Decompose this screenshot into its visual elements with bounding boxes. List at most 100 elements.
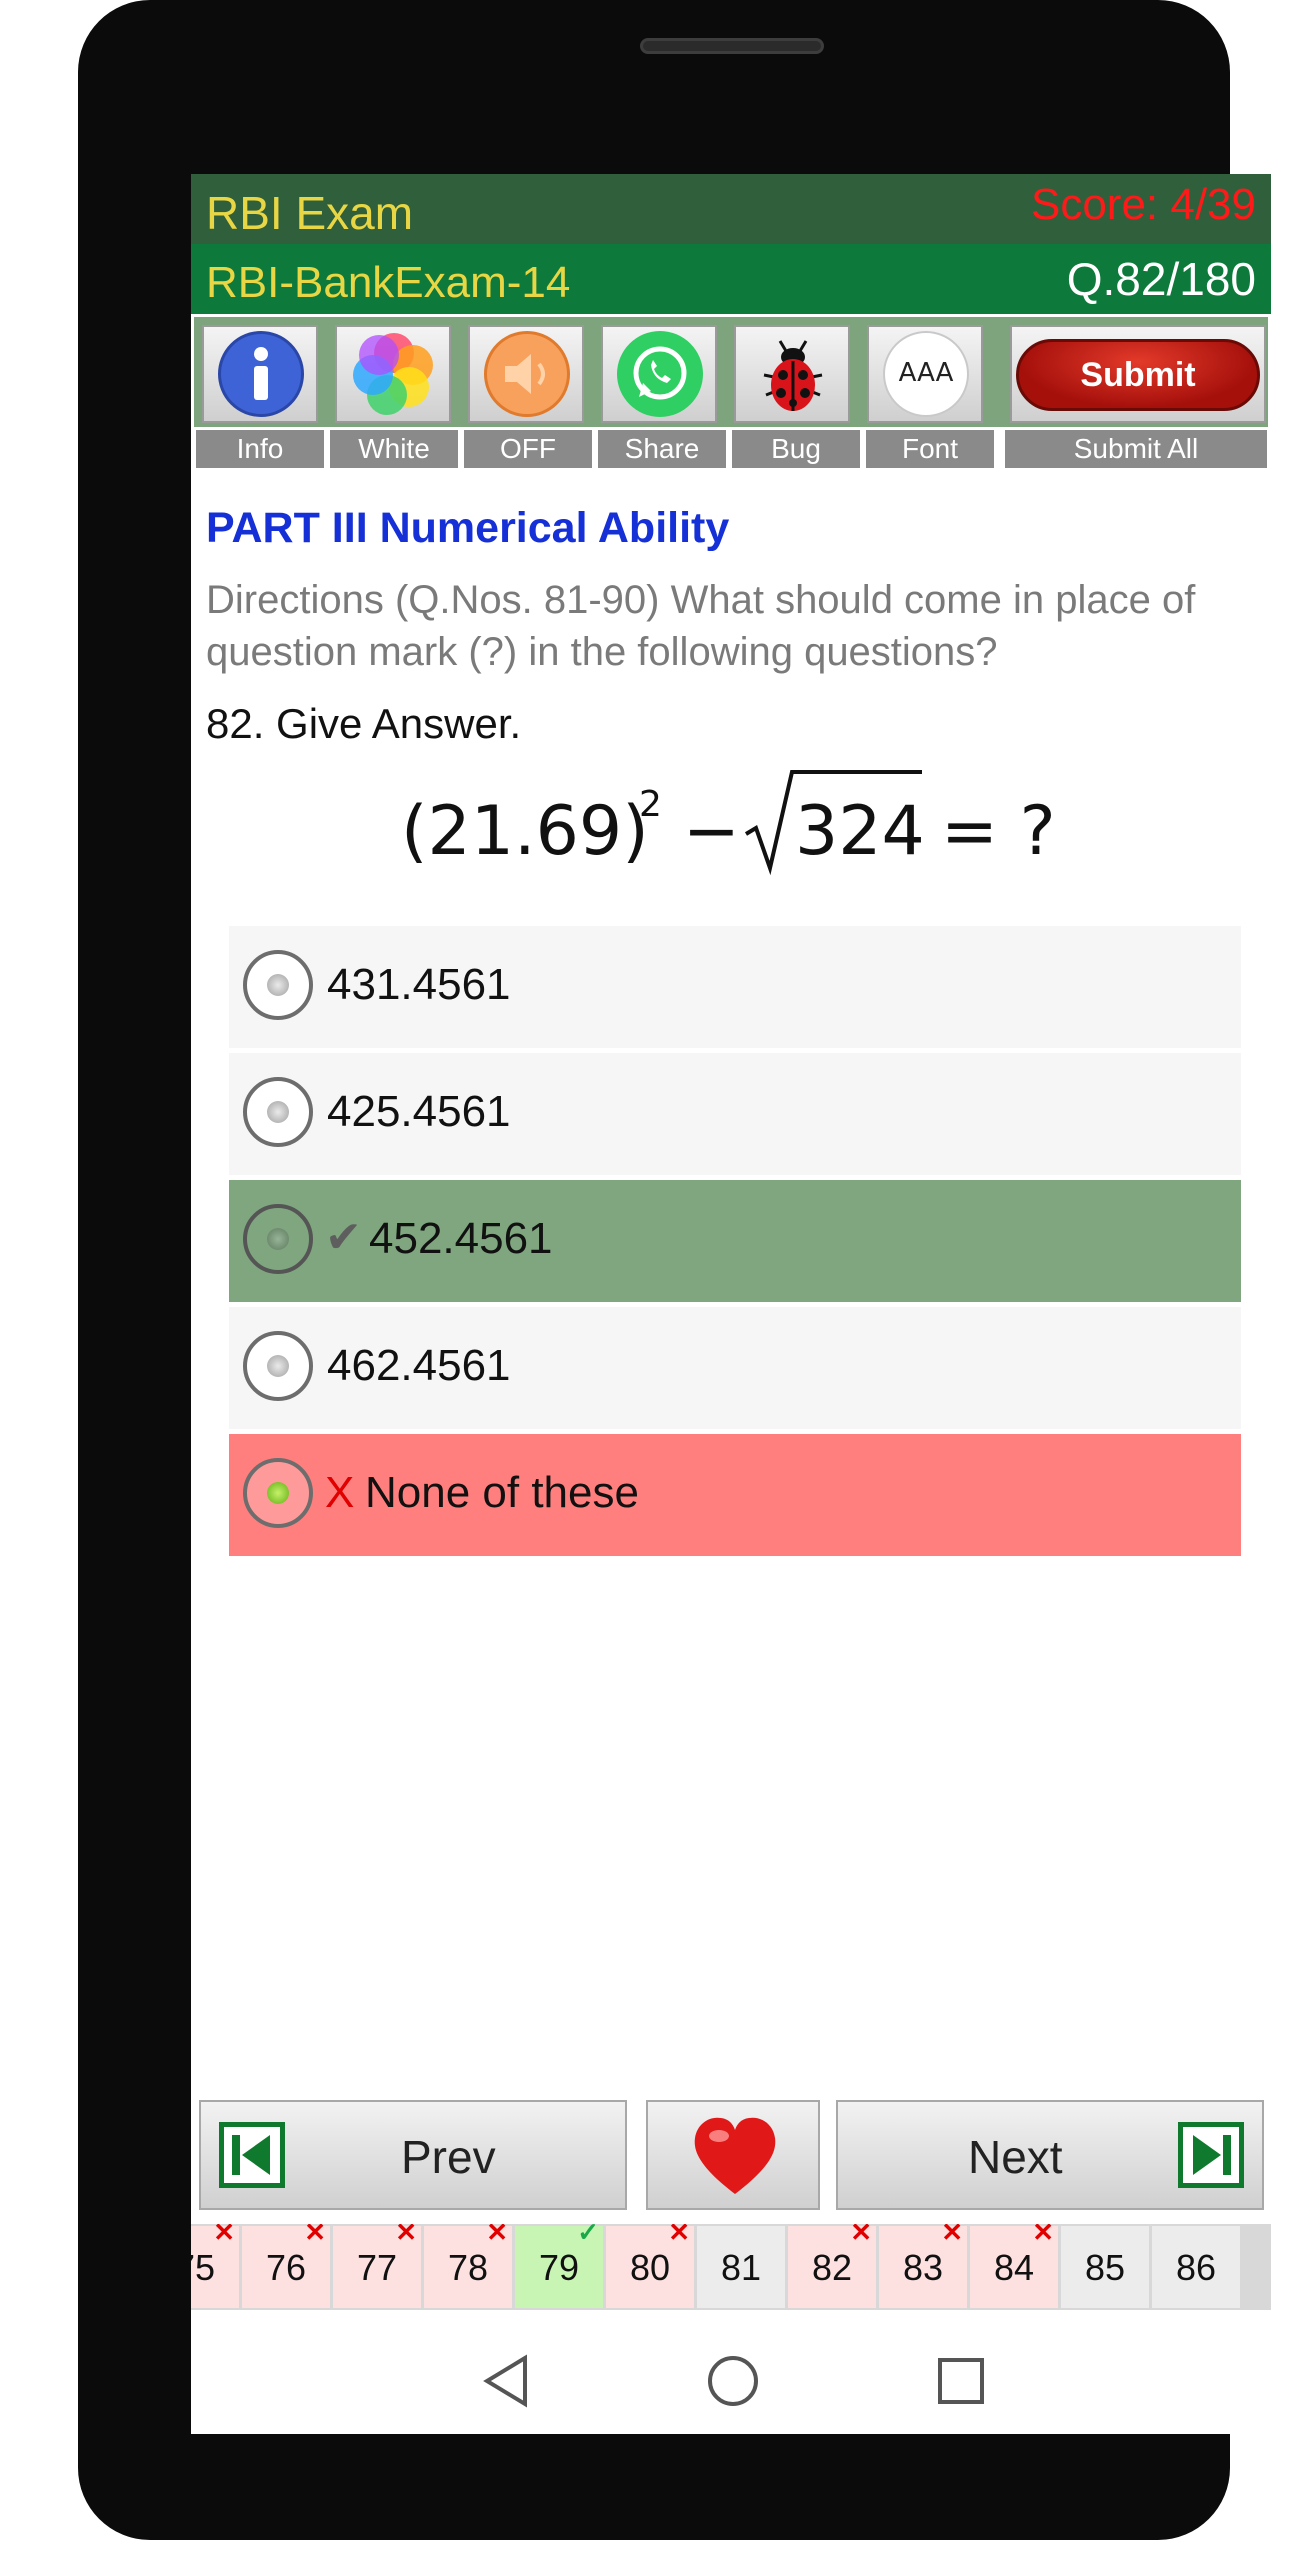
equation-exponent: 2	[639, 784, 662, 825]
system-nav-bar	[191, 2314, 1271, 2434]
question-number-cell[interactable]: 75✕	[191, 2224, 239, 2308]
option-5-wrong[interactable]: X None of these	[229, 1434, 1241, 1556]
wrong-mark-icon: ✕	[941, 2224, 963, 2247]
question-number: 75	[191, 2247, 216, 2288]
question-number: 84	[993, 2247, 1035, 2288]
question-number: 82	[811, 2247, 853, 2288]
exam-bar: RBI-BankExam-14 Q.82/180	[191, 244, 1271, 314]
bug-label: Bug	[732, 430, 860, 468]
share-button[interactable]	[601, 325, 717, 423]
sound-label: OFF	[464, 430, 592, 468]
option-2[interactable]: 425.4561	[229, 1053, 1241, 1175]
equation-minus: −	[683, 792, 740, 871]
option-4[interactable]: 462.4561	[229, 1307, 1241, 1429]
title-bar: RBI Exam Score: 4/39	[191, 174, 1271, 244]
report-bug-button[interactable]	[734, 325, 850, 423]
option-2-radio[interactable]	[243, 1077, 313, 1147]
white-label: White	[330, 430, 458, 468]
option-1-text: 431.4561	[327, 960, 511, 1009]
skip-back-icon	[219, 2122, 285, 2188]
next-button[interactable]: Next	[836, 2100, 1264, 2210]
correct-check-icon: ✔	[325, 1213, 362, 1262]
share-label: Share	[598, 430, 726, 468]
exam-name: RBI-BankExam-14	[206, 258, 571, 307]
color-wheel-icon	[351, 331, 437, 417]
directions-text: Directions (Q.Nos. 81-90) What should co…	[206, 578, 1196, 674]
prev-button[interactable]: Prev	[199, 2100, 627, 2210]
sound-toggle-button[interactable]	[468, 325, 584, 423]
section-title: PART III Numerical Ability	[206, 504, 730, 552]
equation-equals: = ?	[941, 792, 1056, 871]
question-number-cell[interactable]: 80 ✕	[606, 2224, 694, 2308]
question-number: 85	[1084, 2247, 1126, 2288]
back-icon[interactable]	[481, 2354, 531, 2408]
question-number: 77	[356, 2247, 398, 2288]
question-number-cell[interactable]: 79 ✓	[515, 2224, 603, 2308]
question-number-cell[interactable]: 76 ✕	[242, 2224, 330, 2308]
option-3-radio[interactable]	[243, 1204, 313, 1274]
wrong-mark-icon: ✕	[668, 2224, 690, 2247]
wrong-x-icon: X	[325, 1468, 355, 1517]
question-text: 82. Give Answer.	[206, 700, 522, 747]
question-number-cell[interactable]: 85	[1061, 2226, 1149, 2308]
toolbar: AAA Submit Info White OFF Share Bug Font…	[191, 314, 1271, 474]
question-number: 78	[447, 2247, 489, 2288]
option-2-text: 425.4561	[327, 1087, 511, 1136]
color-theme-button[interactable]	[335, 325, 451, 423]
question-number-cell[interactable]: 84 ✕	[970, 2224, 1058, 2308]
wrong-mark-icon: ✕	[304, 2224, 326, 2247]
score-text: Score: 4/39	[1030, 180, 1256, 229]
font-size-icon: AAA	[883, 331, 969, 417]
home-icon[interactable]	[706, 2354, 760, 2408]
option-5-radio[interactable]	[243, 1458, 313, 1528]
wrong-mark-icon: ✕	[486, 2224, 508, 2247]
question-number: 76	[265, 2247, 307, 2288]
app-screen: RBI Exam Score: 4/39 RBI-BankExam-14 Q.8…	[191, 174, 1271, 2434]
ladybug-icon	[750, 331, 836, 417]
app-title: RBI Exam	[206, 187, 414, 239]
question-number: 79	[538, 2247, 580, 2288]
whatsapp-icon	[617, 331, 703, 417]
question-strip[interactable]: 75✕76✕77✕78✕79✓80✕8182✕83✕84✕8586	[191, 2224, 1271, 2310]
option-3-text: 452.4561	[369, 1214, 553, 1263]
option-4-text: 462.4561	[327, 1341, 511, 1390]
option-1-radio[interactable]	[243, 950, 313, 1020]
info-label: Info	[196, 430, 324, 468]
question-number-cell[interactable]: 82 ✕	[788, 2224, 876, 2308]
recents-icon[interactable]	[936, 2356, 986, 2406]
skip-forward-icon	[1178, 2122, 1244, 2188]
wrong-mark-icon: ✕	[1032, 2224, 1054, 2247]
info-button[interactable]	[202, 325, 318, 423]
question-number: 81	[720, 2247, 762, 2288]
option-1[interactable]: 431.4561	[229, 926, 1241, 1048]
favorite-button[interactable]	[646, 2100, 820, 2210]
equation-radicand: 324	[795, 792, 925, 871]
phone-frame: RBI Exam Score: 4/39 RBI-BankExam-14 Q.8…	[78, 0, 1271, 2540]
option-4-radio[interactable]	[243, 1331, 313, 1401]
prev-label: Prev	[401, 2131, 496, 2183]
toolbar-panel: AAA Submit	[194, 317, 1268, 427]
wrong-mark-icon: ✕	[850, 2224, 872, 2247]
wrong-mark-icon: ✕	[395, 2224, 417, 2247]
question-number: 83	[902, 2247, 944, 2288]
equation-image: (21.69) 2 − 324 = ?	[401, 770, 1056, 876]
question-number-cell[interactable]: 78 ✕	[424, 2224, 512, 2308]
option-3-correct[interactable]: ✔ 452.4561	[229, 1180, 1241, 1302]
question-counter: Q.82/180	[1066, 253, 1256, 305]
heart-icon	[694, 2117, 776, 2194]
question-number-cell[interactable]: 83 ✕	[879, 2224, 967, 2308]
font-size-button[interactable]: AAA	[867, 325, 983, 423]
question-number: 86	[1175, 2247, 1217, 2288]
submit-button[interactable]: Submit	[1016, 339, 1260, 411]
speaker-grille	[640, 38, 824, 54]
equation-base: (21.69)	[401, 792, 649, 871]
font-label: Font	[866, 430, 994, 468]
submit-all-label: Submit All	[1005, 430, 1267, 468]
speaker-icon	[484, 331, 570, 417]
question-number-cell[interactable]: 81	[697, 2226, 785, 2308]
question-number-cell[interactable]: 86	[1152, 2226, 1240, 2308]
question-number-cell[interactable]: 77 ✕	[333, 2224, 421, 2308]
next-label: Next	[968, 2131, 1063, 2183]
submit-tool: Submit	[1010, 325, 1266, 423]
wrong-mark-icon: ✕	[213, 2224, 235, 2247]
